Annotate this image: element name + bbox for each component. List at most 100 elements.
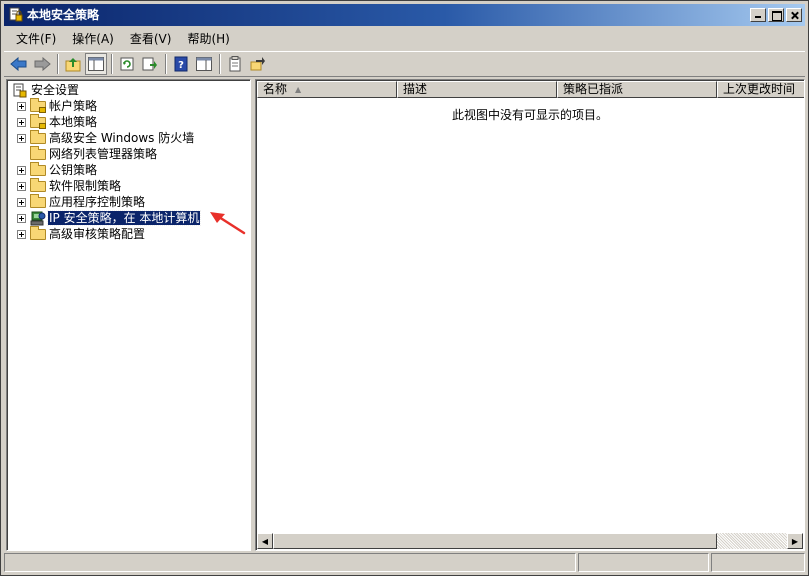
up-folder-icon <box>65 58 81 72</box>
folder-icon <box>30 130 46 145</box>
show-tree-icon <box>88 57 104 71</box>
tree-item-label: 高级安全 Windows 防火墙 <box>49 131 195 145</box>
tree-item-label: 安全设置 <box>31 83 80 97</box>
menu-file[interactable]: 文件(F) <box>4 29 64 49</box>
tree-item-app-control[interactable]: 应用程序控制策略 <box>17 194 146 210</box>
column-label: 上次更改时间 <box>723 82 796 96</box>
horizontal-scrollbar[interactable]: ◀ ▶ <box>257 533 803 549</box>
tree-item-label: 公钥策略 <box>49 163 98 177</box>
security-policy-icon <box>9 7 23 22</box>
tree-item-label: 帐户策略 <box>49 99 98 113</box>
window-title: 本地安全策略 <box>27 8 100 22</box>
title-bar[interactable]: 本地安全策略 <box>4 4 805 26</box>
help-button[interactable]: ? <box>170 53 192 75</box>
column-label: 策略已指派 <box>563 82 624 96</box>
tree-item-label: 网络列表管理器策略 <box>49 147 158 161</box>
properties-view-button[interactable] <box>193 53 215 75</box>
minimize-button[interactable] <box>750 8 766 22</box>
toolbar-separator <box>165 54 167 74</box>
show-hide-tree-button[interactable] <box>85 53 107 75</box>
status-cell-3 <box>711 553 805 572</box>
folder-lock-icon <box>30 98 46 113</box>
column-header-assigned[interactable]: 策略已指派 <box>557 81 717 98</box>
expand-toggle[interactable] <box>17 181 26 191</box>
expand-toggle[interactable] <box>17 197 26 207</box>
tree-item-label: 软件限制策略 <box>49 179 122 193</box>
up-one-level-button[interactable] <box>62 53 84 75</box>
help-icon: ? <box>174 56 188 72</box>
column-label: 名称 <box>263 82 288 96</box>
details-pane[interactable]: 名称 ▲ 描述 策略已指派 上次更改时间 此视图中没有可显示的项目。 ◀ ▶ <box>255 79 805 551</box>
expand-toggle[interactable] <box>17 165 26 175</box>
tree-item-account-policies[interactable]: 帐户策略 <box>17 98 98 114</box>
column-label: 描述 <box>403 82 428 96</box>
toolbar-separator <box>111 54 113 74</box>
new-policy-button[interactable] <box>224 53 246 75</box>
expand-toggle[interactable] <box>17 213 26 223</box>
security-settings-icon <box>12 83 28 98</box>
back-arrow-icon <box>10 57 27 71</box>
close-button[interactable] <box>786 8 802 22</box>
refresh-button[interactable] <box>116 53 138 75</box>
toolbar: ? <box>4 51 805 77</box>
back-button[interactable] <box>8 53 30 75</box>
tree-item-label: 应用程序控制策略 <box>49 195 146 209</box>
menu-bar: 文件(F) 操作(A) 查看(V) 帮助(H) <box>4 28 805 50</box>
expand-toggle[interactable] <box>17 229 26 239</box>
toolbar-separator <box>57 54 59 74</box>
scroll-thumb[interactable] <box>273 533 717 549</box>
manage-filters-icon <box>250 57 265 71</box>
column-header-name[interactable]: 名称 ▲ <box>257 81 397 98</box>
svg-text:?: ? <box>178 60 184 71</box>
toolbar-separator <box>219 54 221 74</box>
triangle-left-icon: ◀ <box>261 536 269 546</box>
folder-icon <box>30 162 46 177</box>
folder-icon <box>30 178 46 193</box>
properties-view-icon <box>196 57 212 71</box>
tree-item-network-list[interactable]: 网络列表管理器策略 <box>17 146 158 162</box>
tree-item-public-key[interactable]: 公钥策略 <box>17 162 98 178</box>
refresh-icon <box>120 57 134 71</box>
menu-view[interactable]: 查看(V) <box>122 29 180 49</box>
scroll-right-button[interactable]: ▶ <box>787 533 803 549</box>
export-list-icon <box>142 57 157 71</box>
sort-ascending-icon: ▲ <box>295 85 302 94</box>
folder-icon <box>30 226 46 241</box>
column-header-last-modified[interactable]: 上次更改时间 <box>717 81 804 98</box>
app-window: 本地安全策略 文件(F) 操作(A) 查看(V) 帮助(H) ? 安全设置 帐户… <box>0 0 809 576</box>
list-header: 名称 ▲ 描述 策略已指派 上次更改时间 <box>257 81 804 98</box>
tree-item-advanced-audit[interactable]: 高级审核策略配置 <box>17 226 146 242</box>
tree-pane[interactable]: 安全设置 帐户策略 本地策略 高级安全 Windows 防火墙 网络列表管理器策… <box>6 79 251 551</box>
folder-lock-icon <box>30 114 46 129</box>
forward-button[interactable] <box>31 53 53 75</box>
forward-arrow-icon <box>34 57 51 71</box>
column-header-description[interactable]: 描述 <box>397 81 557 98</box>
status-bar <box>4 553 805 573</box>
red-arrow-annotation <box>210 212 246 235</box>
menu-action[interactable]: 操作(A) <box>64 29 122 49</box>
empty-list-message: 此视图中没有可显示的项目。 <box>451 108 608 122</box>
status-cell-2 <box>578 553 709 572</box>
scroll-left-button[interactable]: ◀ <box>257 533 273 549</box>
expand-toggle[interactable] <box>17 133 26 143</box>
tree-item-ip-security[interactable]: IP 安全策略，在 本地计算机 <box>17 210 202 226</box>
tree-item-label: 高级审核策略配置 <box>49 227 146 241</box>
tree-item-security-settings[interactable]: 安全设置 <box>12 82 80 98</box>
folder-icon <box>30 146 46 161</box>
tree-item-firewall[interactable]: 高级安全 Windows 防火墙 <box>17 130 195 146</box>
tree-item-software-restriction[interactable]: 软件限制策略 <box>17 178 122 194</box>
new-policy-icon <box>229 56 241 72</box>
status-cell-main <box>4 553 576 572</box>
manage-filters-button[interactable] <box>247 53 269 75</box>
expand-toggle[interactable] <box>17 101 26 111</box>
export-list-button[interactable] <box>139 53 161 75</box>
ip-security-icon <box>30 211 46 226</box>
tree-item-label: IP 安全策略，在 本地计算机 <box>46 210 202 226</box>
folder-icon <box>30 194 46 209</box>
tree-item-local-policies[interactable]: 本地策略 <box>17 114 98 130</box>
maximize-button[interactable] <box>768 8 784 22</box>
tree-item-label: 本地策略 <box>49 115 98 129</box>
expand-toggle[interactable] <box>17 117 26 127</box>
menu-help[interactable]: 帮助(H) <box>179 29 237 49</box>
triangle-right-icon: ▶ <box>791 536 799 546</box>
